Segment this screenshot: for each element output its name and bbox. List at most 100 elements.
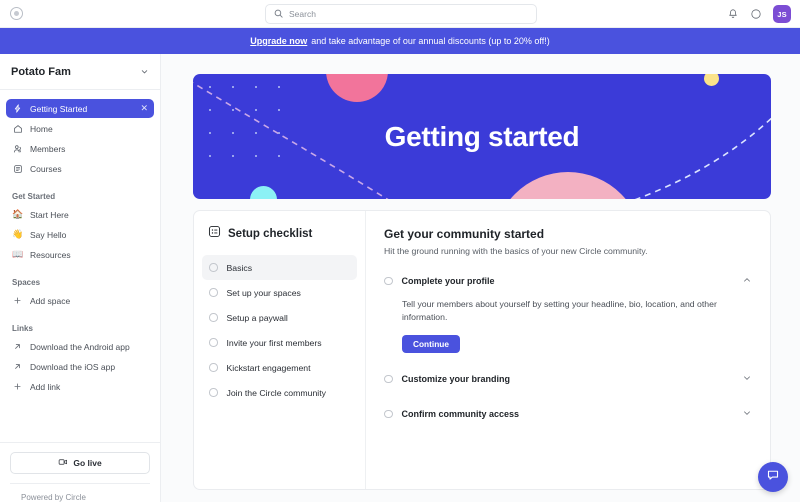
upgrade-now-link[interactable]: Upgrade now (250, 36, 307, 46)
add-link-button[interactable]: Add link (6, 377, 154, 396)
accordion-label: Confirm community access (401, 408, 520, 419)
accordion-confirm-community-access: Confirm community access (384, 405, 752, 423)
sidebar-footer: Go live Powered by Circle (0, 442, 160, 502)
search-input[interactable] (289, 9, 528, 19)
sidebar-item-resources[interactable]: 📖 Resources (6, 245, 154, 264)
checklist-item-label: Invite your first members (226, 337, 322, 348)
checklist-icon (208, 225, 221, 243)
chat-bubble-icon (766, 468, 780, 487)
setup-checklist-header: Setup checklist (194, 225, 365, 243)
sidebar-item-home[interactable]: Home (6, 119, 154, 138)
sidebar-item-label: Home (30, 123, 53, 134)
chevron-down-icon (140, 63, 149, 81)
radio-icon (209, 288, 218, 297)
accordion-label: Customize your branding (401, 373, 511, 384)
chat-bubble-button[interactable] (758, 462, 788, 492)
sidebar-item-label: Members (30, 143, 66, 154)
radio-icon (209, 313, 218, 322)
circle-logo-icon[interactable] (10, 7, 23, 20)
promo-message: and take advantage of our annual discoun… (311, 36, 550, 46)
setup-panel: Get your community started Hit the groun… (366, 211, 770, 489)
checklist-item-setup-a-paywall[interactable]: Setup a paywall (202, 305, 357, 330)
powered-by-label: Powered by Circle (10, 483, 150, 502)
checklist-item-kickstart-engagement[interactable]: Kickstart engagement (202, 355, 357, 380)
sidebar-scroll: Getting Started ✕ Home Members Courses G… (0, 90, 160, 442)
plus-icon (12, 382, 23, 391)
community-name: Potato Fam (11, 65, 71, 78)
book-emoji-icon: 📖 (12, 249, 24, 259)
setup-card: Setup checklist Basics Set up your space… (193, 210, 771, 490)
chevron-down-icon[interactable] (742, 370, 752, 388)
sidebar-item-label: Resources (30, 249, 71, 260)
members-icon (12, 144, 23, 154)
sidebar-item-courses[interactable]: Courses (6, 159, 154, 178)
video-camera-icon (58, 457, 68, 469)
lightning-bolt-icon (12, 104, 23, 113)
checklist-item-label: Kickstart engagement (226, 362, 311, 373)
sidebar-item-label: Courses (30, 163, 62, 174)
radio-icon (209, 363, 218, 372)
add-space-label: Add space (30, 295, 71, 306)
sidebar-item-members[interactable]: Members (6, 139, 154, 158)
radio-icon (209, 263, 218, 272)
panel-subtitle: Hit the ground running with the basics o… (384, 246, 648, 256)
community-switcher[interactable]: Potato Fam (0, 54, 160, 90)
section-label-spaces: Spaces (12, 278, 41, 287)
close-icon[interactable]: ✕ (140, 104, 148, 113)
sidebar-item-label: Getting Started (30, 103, 88, 114)
radio-icon (209, 388, 218, 397)
accordion-description: Tell your members about yourself by sett… (402, 299, 717, 323)
courses-icon (12, 164, 23, 174)
accordion-complete-your-profile: Complete your profile Tell your members … (384, 272, 752, 353)
sidebar-item-start-here[interactable]: 🏠 Start Here (6, 205, 154, 224)
sidebar-item-download-android[interactable]: Download the Android app (6, 337, 154, 356)
top-bar: JS (0, 0, 800, 28)
radio-icon (209, 338, 218, 347)
plus-icon (12, 296, 23, 305)
radio-icon (384, 276, 393, 286)
checklist-item-label: Setup a paywall (226, 312, 288, 323)
home-icon (12, 124, 23, 134)
accordion-customize-your-branding: Customize your branding (384, 370, 752, 388)
sidebar-item-label: Say Hello (30, 229, 67, 240)
chevron-up-icon[interactable] (742, 272, 752, 290)
sidebar-item-label: Download the iOS app (30, 361, 116, 372)
checklist-item-set-up-your-spaces[interactable]: Set up your spaces (202, 280, 357, 305)
accordion-label: Complete your profile (401, 276, 495, 286)
hero-title: Getting started (384, 120, 580, 152)
go-live-button[interactable]: Go live (10, 452, 150, 474)
sidebar-item-label: Download the Android app (30, 341, 130, 352)
radio-icon (384, 374, 393, 384)
sidebar: Potato Fam Getting Started ✕ Home Member… (0, 54, 161, 502)
search-box[interactable] (265, 4, 537, 24)
continue-button[interactable]: Continue (402, 334, 460, 353)
avatar[interactable]: JS (773, 5, 791, 23)
checklist-item-label: Set up your spaces (226, 287, 301, 298)
sidebar-item-getting-started[interactable]: Getting Started ✕ (6, 99, 154, 118)
accordion-header[interactable]: Customize your branding (384, 370, 752, 388)
checklist-item-label: Join the Circle community (226, 387, 326, 398)
external-link-icon (12, 342, 23, 351)
search-icon (274, 5, 283, 23)
accordion-header[interactable]: Confirm community access (384, 405, 752, 423)
add-space-button[interactable]: Add space (6, 291, 154, 310)
top-bar-actions: JS (727, 0, 791, 28)
checklist-item-label: Basics (226, 262, 253, 273)
checklist-item-join-the-circle-community[interactable]: Join the Circle community (202, 380, 357, 405)
setup-checklist: Setup checklist Basics Set up your space… (194, 211, 366, 489)
bell-icon[interactable] (727, 8, 739, 20)
wave-emoji-icon: 👋 (12, 229, 24, 239)
sidebar-item-say-hello[interactable]: 👋 Say Hello (6, 225, 154, 244)
go-live-label: Go live (73, 458, 102, 468)
checklist-item-basics[interactable]: Basics (202, 255, 357, 280)
help-circle-icon[interactable] (750, 8, 762, 20)
radio-icon (384, 409, 393, 419)
accordion-header[interactable]: Complete your profile (384, 272, 752, 290)
main-content: Getting started Setup checklist Basics S… (161, 54, 800, 502)
hero-banner: Getting started (193, 74, 771, 199)
house-emoji-icon: 🏠 (12, 209, 24, 219)
checklist-item-invite-your-first-members[interactable]: Invite your first members (202, 330, 357, 355)
setup-checklist-title: Setup checklist (228, 228, 313, 240)
sidebar-item-download-ios[interactable]: Download the iOS app (6, 357, 154, 376)
chevron-down-icon[interactable] (742, 405, 752, 423)
